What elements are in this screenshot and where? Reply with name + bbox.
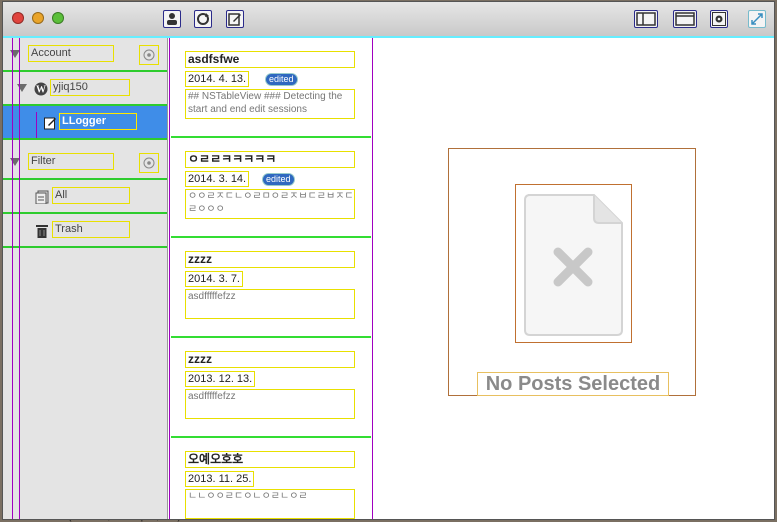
- post-snippet: asdfffffefzz: [185, 389, 355, 419]
- post-snippet: ㄴㄴㅇㅇㄹㄷㅇㄴㅇㄹㄴㅇㄹ: [185, 489, 355, 519]
- no-document-icon: [515, 184, 632, 343]
- sidebar-item-label: Filter: [28, 153, 114, 170]
- close-button[interactable]: [12, 12, 24, 24]
- post-date: 2014. 4. 13.: [184, 71, 250, 87]
- refresh-icon: [197, 13, 209, 25]
- list-item[interactable]: ㅇㄹㄹㅋㅋㅋㅋㅋ 2014. 3. 14. edited ㅇㅇㄹㅈㄷㄴㅇㄹㅁㅇㄹ…: [171, 138, 371, 238]
- edited-badge: edited: [266, 74, 297, 85]
- post-date: 2013. 12. 13.: [184, 371, 256, 387]
- sidebar-item-label: Account: [28, 45, 114, 62]
- post-edit-icon: [44, 117, 56, 130]
- post-date: 2013. 11. 25.: [184, 471, 255, 487]
- toggle-sidebar-button[interactable]: [634, 10, 658, 28]
- zoom-button[interactable]: [52, 12, 64, 24]
- post-date: 2014. 3. 14.: [184, 171, 250, 187]
- pane-divider[interactable]: [372, 38, 373, 519]
- trash-icon: [36, 225, 48, 238]
- post-detail-pane: No Posts Selected: [375, 38, 774, 519]
- svg-text:W: W: [36, 85, 46, 96]
- edited-badge: edited: [263, 174, 294, 185]
- sidebar-item-blog[interactable]: W yjiq150: [3, 72, 167, 106]
- account-action-button[interactable]: [139, 45, 159, 65]
- sidebar-item-label: yjiq150: [50, 79, 130, 96]
- compose-icon: [228, 13, 241, 26]
- list-item[interactable]: zzzz 2014. 3. 7. asdfffffefzz: [171, 238, 371, 338]
- sidebar-item-all[interactable]: All: [3, 180, 167, 214]
- settings-button[interactable]: [710, 10, 728, 28]
- empty-state: No Posts Selected: [448, 148, 696, 396]
- empty-state-label: No Posts Selected: [477, 372, 669, 396]
- fullscreen-button[interactable]: [748, 10, 766, 28]
- post-title: ㅇㄹㄹㅋㅋㅋㅋㅋ: [185, 151, 355, 168]
- post-title: asdfsfwe: [185, 51, 355, 68]
- documents-icon: [35, 190, 49, 204]
- sidebar-layout-icon: [636, 12, 656, 26]
- app-window: Account W yjiq150 LLogger Filter All Tra…: [3, 2, 774, 519]
- compose-button[interactable]: [226, 10, 244, 28]
- post-title: zzzz: [185, 351, 355, 368]
- person-icon: [167, 13, 177, 25]
- post-snippet: asdfffffefzz: [185, 289, 355, 319]
- outline-guide: [12, 38, 13, 519]
- refresh-button[interactable]: [194, 10, 212, 28]
- sidebar-item-selected[interactable]: LLogger: [3, 106, 167, 140]
- sidebar-item-label: All: [52, 187, 130, 204]
- outline-guide: [19, 38, 20, 519]
- post-list: asdfsfwe 2014. 4. 13. edited ## NSTableV…: [171, 38, 371, 519]
- post-date: 2014. 3. 7.: [185, 271, 243, 287]
- title-bar: [3, 2, 774, 38]
- list-item[interactable]: zzzz 2013. 12. 13. asdfffffefzz: [171, 338, 371, 438]
- account-button[interactable]: [163, 10, 181, 28]
- sidebar: Account W yjiq150 LLogger Filter All Tra…: [3, 38, 168, 519]
- settings-icon: [712, 12, 726, 26]
- outline-guide: [36, 112, 37, 138]
- list-item[interactable]: asdfsfwe 2014. 4. 13. edited ## NSTableV…: [171, 38, 371, 138]
- post-title: zzzz: [185, 251, 355, 268]
- minimize-button[interactable]: [32, 12, 44, 24]
- list-item[interactable]: 오예오호호 2013. 11. 25. ㄴㄴㅇㅇㄹㄷㅇㄴㅇㄹㄴㅇㄹ: [171, 438, 371, 519]
- post-snippet: ㅇㅇㄹㅈㄷㄴㅇㄹㅁㅇㄹㅈㅂㄷㄹㅂㅈㄷㄹㅇㅇㅇ: [185, 189, 355, 219]
- sidebar-item-label: LLogger: [59, 113, 137, 130]
- filter-action-button[interactable]: [139, 153, 159, 173]
- gear-icon: [143, 49, 155, 61]
- fullscreen-icon: [751, 13, 763, 25]
- post-title: 오예오호호: [185, 451, 355, 468]
- sidebar-item-filter[interactable]: Filter: [3, 146, 167, 180]
- pane-divider[interactable]: [169, 38, 170, 519]
- window-layout-icon: [675, 12, 695, 26]
- sidebar-item-account[interactable]: Account: [3, 38, 167, 72]
- post-snippet: ## NSTableView ### Detecting the start a…: [185, 89, 355, 119]
- sidebar-item-trash[interactable]: Trash: [3, 214, 167, 248]
- window-layout-button[interactable]: [673, 10, 697, 28]
- gear-icon: [143, 157, 155, 169]
- wordpress-icon: W: [34, 82, 48, 96]
- sidebar-item-label: Trash: [52, 221, 130, 238]
